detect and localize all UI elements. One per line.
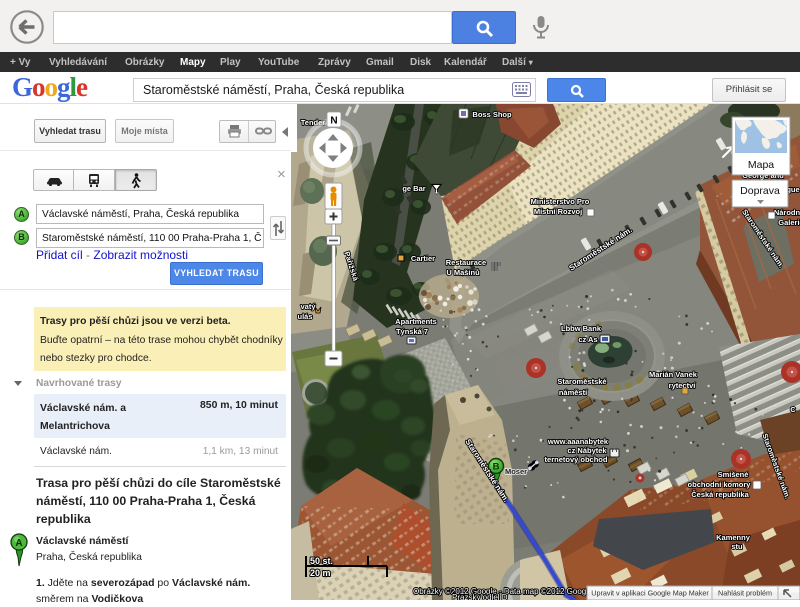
svg-text:Lbbw Bank: Lbbw Bank bbox=[561, 324, 602, 333]
svg-text:Ministerstvo Pro: Ministerstvo Pro bbox=[531, 197, 590, 206]
svg-text:stu: stu bbox=[731, 542, 743, 551]
svg-text:Prazsky odlel D: Prazsky odlel D bbox=[452, 593, 508, 600]
svg-text:Smíšené: Smíšené bbox=[718, 470, 749, 479]
svg-text:Kamenny: Kamenny bbox=[716, 533, 751, 542]
svg-text:Cartier: Cartier bbox=[411, 254, 435, 263]
svg-text:Místní Rozvoj: Místní Rozvoj bbox=[534, 207, 582, 216]
svg-text:Národní: Národní bbox=[774, 208, 800, 217]
svg-text:50 st.: 50 st. bbox=[310, 556, 333, 566]
svg-text:Nahlásit problém: Nahlásit problém bbox=[718, 589, 772, 598]
svg-text:vatý: vatý bbox=[300, 302, 316, 311]
svg-text:cz Nábytek: cz Nábytek bbox=[567, 446, 607, 455]
svg-text:20 m: 20 m bbox=[310, 568, 331, 578]
svg-text:Upravit v aplikaci Google Map: Upravit v aplikaci Google Map Maker bbox=[591, 589, 709, 598]
svg-text:Týnská 7: Týnská 7 bbox=[396, 327, 428, 336]
svg-text:Galerie: Galerie bbox=[778, 218, 800, 227]
svg-text:ge Bar: ge Bar bbox=[402, 184, 425, 193]
svg-text:C: C bbox=[790, 405, 796, 414]
svg-text:Staroměstské: Staroměstské bbox=[557, 377, 606, 386]
svg-text:U Mašínů: U Mašínů bbox=[446, 268, 480, 277]
svg-text:Restaurace: Restaurace bbox=[446, 258, 486, 267]
svg-text:Česká republika: Česká republika bbox=[691, 490, 749, 499]
svg-text:ternetový obchod: ternetový obchod bbox=[545, 455, 608, 464]
svg-text:Marián Vanek: Marián Vanek bbox=[649, 370, 698, 379]
svg-text:cz As: cz As bbox=[578, 335, 597, 344]
svg-text:náměstí: náměstí bbox=[559, 388, 588, 397]
svg-text:Apartments: Apartments bbox=[395, 317, 437, 326]
svg-text:www.aaanabytek: www.aaanabytek bbox=[547, 437, 609, 446]
svg-text:A: A bbox=[15, 538, 22, 549]
svg-text:obchodní komory: obchodní komory bbox=[688, 480, 752, 489]
svg-text:ulás: ulás bbox=[297, 312, 312, 321]
svg-text:Boss Shop: Boss Shop bbox=[472, 110, 512, 119]
svg-text:N: N bbox=[330, 116, 337, 127]
svg-text:Mapa: Mapa bbox=[748, 159, 774, 171]
svg-text:Doprava: Doprava bbox=[740, 185, 780, 197]
svg-text:Moser: Moser bbox=[505, 467, 527, 476]
